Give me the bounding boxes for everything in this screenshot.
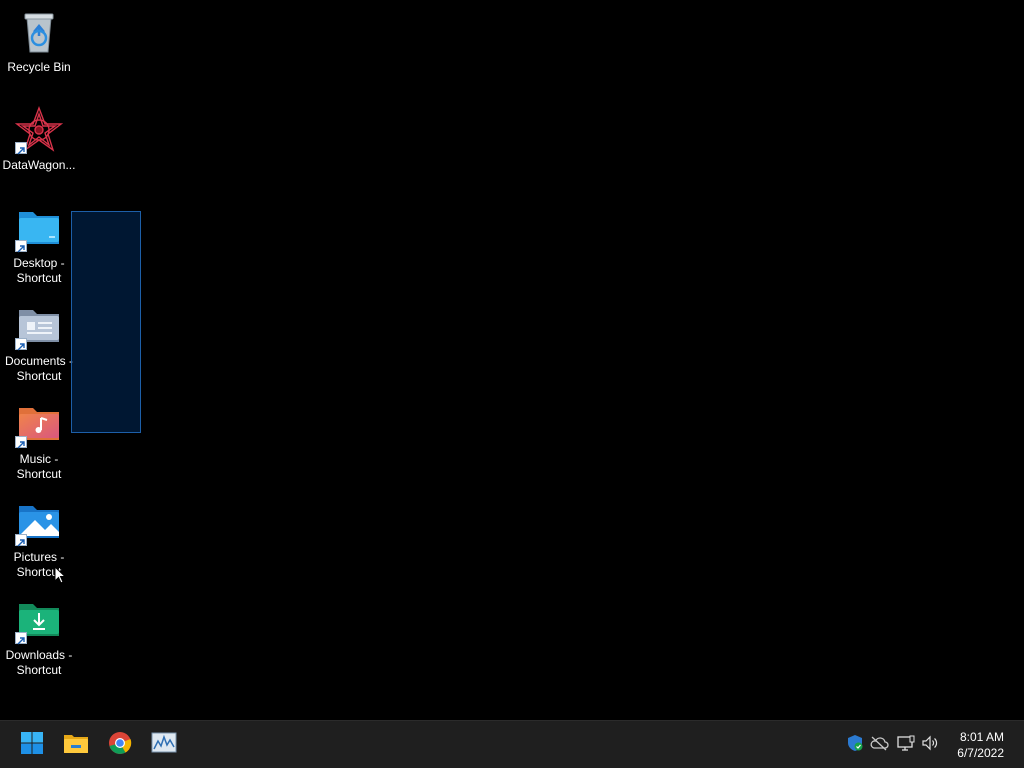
desktop-icon-label: Desktop - Shortcut — [13, 256, 65, 285]
desktop-icon-downloads-shortcut[interactable]: Downloads - Shortcut — [2, 596, 76, 678]
taskbar-file-explorer-button[interactable] — [60, 729, 92, 761]
shortcut-arrow-icon — [15, 338, 27, 351]
pictures-folder-icon — [15, 498, 63, 547]
downloads-folder-icon — [15, 596, 63, 645]
chrome-icon — [108, 731, 132, 760]
desktop-icon-recycle-bin[interactable]: Recycle Bin — [2, 8, 76, 75]
network-icon — [897, 735, 915, 756]
volume-icon — [921, 735, 939, 756]
desktop-icon-datawagon[interactable]: DataWagon... — [2, 106, 76, 173]
taskbar-clock[interactable]: 8:01 AM 6/7/2022 — [940, 729, 1020, 761]
taskbar-chrome-button[interactable] — [104, 729, 136, 761]
desktop-icon-music-shortcut[interactable]: Music - Shortcut — [2, 400, 76, 482]
shortcut-arrow-icon — [15, 436, 27, 449]
shortcut-arrow-icon — [15, 142, 27, 155]
desktop[interactable]: Recycle Bin DataWagon... Desktop - Short… — [0, 0, 1024, 720]
desktop-icon-label: Downloads - Shortcut — [5, 648, 73, 677]
windows-start-icon — [20, 731, 44, 760]
tray-onedrive-button[interactable] — [869, 735, 889, 755]
datawagon-icon — [14, 106, 64, 155]
shortcut-arrow-icon — [15, 632, 27, 645]
music-folder-icon — [15, 400, 63, 449]
file-explorer-icon — [63, 731, 89, 760]
tray-volume-button[interactable] — [920, 735, 940, 755]
clock-date: 6/7/2022 — [957, 746, 1004, 760]
desktop-icon-label: DataWagon... — [2, 158, 76, 172]
documents-folder-icon — [15, 302, 63, 351]
shortcut-arrow-icon — [15, 534, 27, 547]
performance-monitor-icon — [151, 732, 177, 759]
desktop-icon-desktop-shortcut[interactable]: Desktop - Shortcut — [2, 204, 76, 286]
taskbar-performance-monitor-button[interactable] — [148, 729, 180, 761]
mouse-cursor-icon — [54, 565, 67, 584]
tray-security-button[interactable] — [845, 734, 865, 757]
desktop-icon-documents-shortcut[interactable]: Documents - Shortcut — [2, 302, 76, 384]
shortcut-arrow-icon — [15, 240, 27, 253]
onedrive-offline-icon — [869, 735, 889, 756]
desktop-icon-label: Music - Shortcut — [16, 452, 62, 481]
start-button[interactable] — [16, 729, 48, 761]
desktop-folder-icon — [15, 204, 63, 253]
taskbar: 8:01 AM 6/7/2022 — [0, 720, 1024, 768]
desktop-icon-label: Documents - Shortcut — [4, 354, 74, 383]
tray-network-button[interactable] — [896, 735, 916, 755]
security-shield-icon — [846, 734, 864, 757]
selection-rectangle — [71, 211, 141, 433]
clock-time: 8:01 AM — [959, 730, 1004, 744]
recycle-bin-icon — [15, 8, 63, 56]
desktop-icon-label: Recycle Bin — [7, 60, 71, 74]
